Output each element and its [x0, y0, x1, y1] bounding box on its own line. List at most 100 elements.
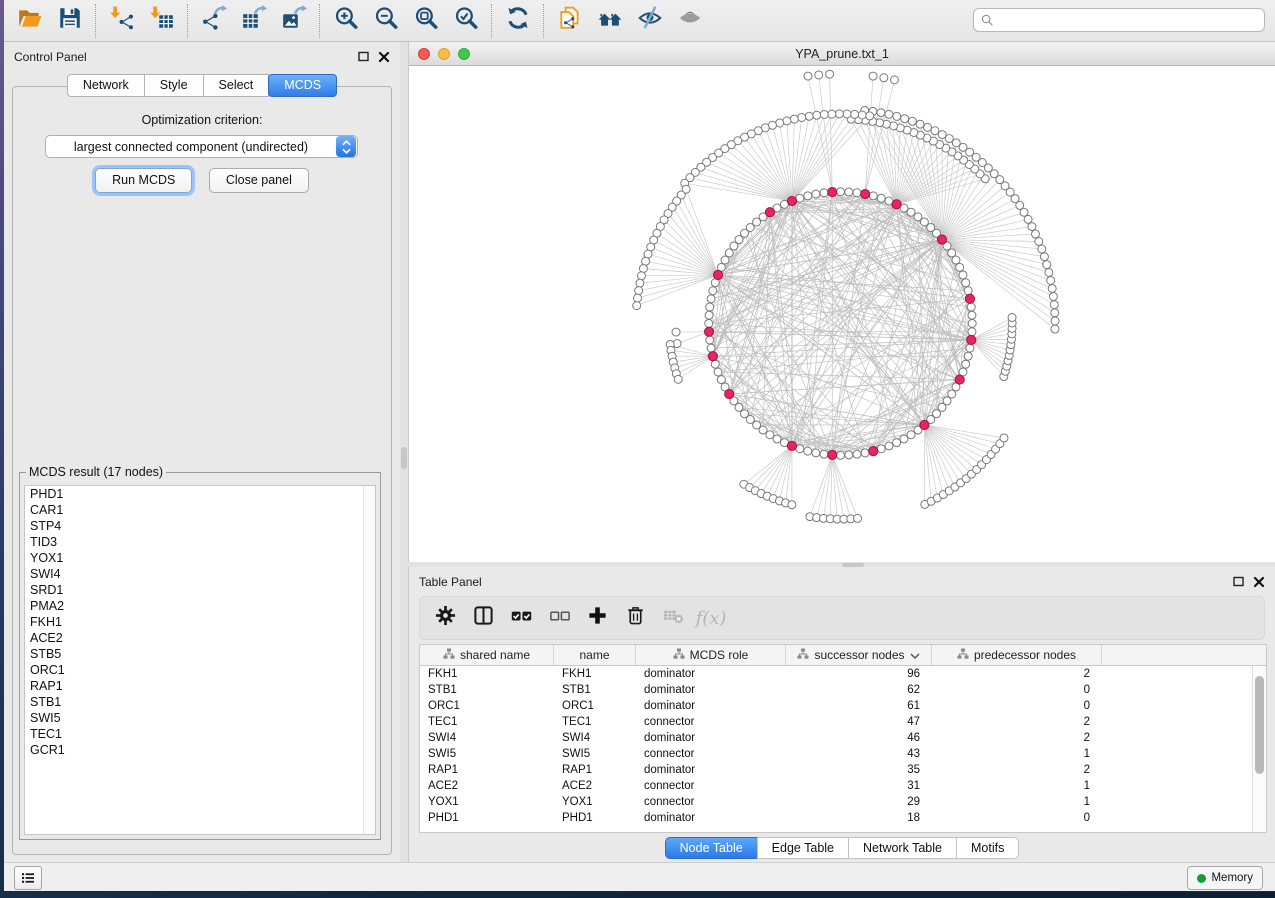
export-table-button[interactable] [234, 4, 274, 38]
mcds-result-item[interactable]: PMA2 [25, 598, 375, 614]
mcds-result-item[interactable]: TID3 [25, 534, 375, 550]
mcds-result-item[interactable]: RAP1 [25, 678, 375, 694]
column-header-predecessor-nodes[interactable]: predecessor nodes [932, 645, 1102, 665]
network-titlebar[interactable]: YPA_prune.txt_1 [409, 42, 1275, 66]
deselect-all-button[interactable] [542, 601, 576, 635]
tab-edge-table[interactable]: Edge Table [757, 837, 849, 859]
mcds-result-item[interactable]: ORC1 [25, 662, 375, 678]
table-cell: YOX1 [420, 794, 554, 810]
tab-mcds[interactable]: MCDS [268, 74, 337, 97]
settings-button[interactable] [428, 601, 462, 635]
mcds-result-item[interactable]: SWI5 [25, 710, 375, 726]
mcds-result-item[interactable]: ACE2 [25, 630, 375, 646]
column-header-name[interactable]: name [554, 645, 636, 665]
node-table: shared namenameMCDS rolesuccessor nodesp… [419, 644, 1267, 833]
mcds-result-item[interactable]: TEC1 [25, 726, 375, 742]
float-panel-icon[interactable] [1233, 576, 1245, 588]
task-history-button[interactable] [14, 866, 42, 890]
float-panel-icon[interactable] [358, 51, 370, 63]
first-neighbors-button[interactable] [590, 4, 630, 38]
export-network-button[interactable] [194, 4, 234, 38]
column-header-MCDS-role[interactable]: MCDS role [636, 645, 786, 665]
export-image-button[interactable] [274, 4, 314, 38]
table-cell: ACE2 [420, 778, 554, 794]
memory-button[interactable]: Memory [1187, 866, 1263, 890]
table-cell: TEC1 [554, 714, 636, 730]
save-session-button[interactable] [50, 4, 90, 38]
tab-network-table[interactable]: Network Table [848, 837, 957, 859]
mcds-result-item[interactable]: STB1 [25, 694, 375, 710]
criterion-select[interactable]: largest connected component (undirected) [45, 135, 358, 158]
mcds-result-item[interactable]: SRD1 [25, 582, 375, 598]
mcds-list-scrollbar[interactable] [363, 486, 375, 834]
network-graph[interactable] [409, 66, 1275, 562]
columns-button[interactable] [466, 601, 500, 635]
add-row-button[interactable] [580, 601, 614, 635]
tab-network[interactable]: Network [67, 74, 145, 97]
tab-motifs[interactable]: Motifs [956, 837, 1019, 859]
table-row[interactable]: STB1STB1dominator620 [420, 682, 1266, 698]
app-window: Control Panel NetworkStyleSelectMCDS Opt… [4, 0, 1275, 892]
table-scrollbar[interactable] [1252, 666, 1266, 832]
table-row[interactable]: ORC1ORC1dominator610 [420, 698, 1266, 714]
mcds-result-item[interactable]: YOX1 [25, 550, 375, 566]
clone-network-button[interactable] [550, 4, 590, 38]
column-type-icon [673, 648, 685, 663]
mcds-result-list[interactable]: PHD1CAR1STP4TID3YOX1SWI4SRD1PMA2FKH1ACE2… [24, 485, 376, 835]
mcds-result-item[interactable]: CAR1 [25, 502, 375, 518]
tab-node-table[interactable]: Node Table [665, 837, 758, 859]
search-input[interactable] [995, 10, 1264, 30]
table-cell: RAP1 [420, 762, 554, 778]
maximize-window-icon[interactable] [458, 48, 470, 60]
table-row[interactable]: ACE2ACE2connector311 [420, 778, 1266, 794]
close-panel-icon[interactable] [378, 51, 390, 63]
table-row[interactable]: TEC1TEC1connector472 [420, 714, 1266, 730]
column-type-icon [957, 648, 969, 663]
table-panel-title: Table Panel [419, 575, 482, 589]
zoom-fit-button[interactable] [406, 4, 446, 38]
refresh-view-button[interactable] [498, 4, 538, 38]
table-row[interactable]: PHD1PHD1dominator180 [420, 810, 1266, 826]
minimize-window-icon[interactable] [438, 48, 450, 60]
zoom-in-button[interactable] [326, 4, 366, 38]
tab-select[interactable]: Select [203, 74, 270, 97]
table-cell: TEC1 [420, 714, 554, 730]
toolbar-separator [187, 4, 189, 38]
show-hidden-button[interactable] [670, 4, 710, 38]
mcds-result-item[interactable]: STB5 [25, 646, 375, 662]
mcds-result-item[interactable]: SWI4 [25, 566, 375, 582]
close-panel-button[interactable]: Close panel [209, 168, 309, 193]
vertical-splitter[interactable] [400, 42, 408, 863]
close-panel-icon[interactable] [1253, 576, 1265, 588]
network-canvas[interactable] [409, 66, 1275, 562]
column-header-successor-nodes[interactable]: successor nodes [786, 645, 932, 665]
function-icon: f(x) [692, 608, 731, 629]
mcds-result-item[interactable]: PHD1 [25, 486, 375, 502]
table-row[interactable]: SWI5SWI5connector431 [420, 746, 1266, 762]
table-cell: ACE2 [554, 778, 636, 794]
zoom-out-button[interactable] [366, 4, 406, 38]
delete-row-button[interactable] [618, 601, 652, 635]
column-header-shared-name[interactable]: shared name [420, 645, 554, 665]
import-network-button[interactable] [102, 4, 142, 38]
tab-style[interactable]: Style [144, 74, 204, 97]
table-cell: dominator [636, 762, 786, 778]
import-table-button[interactable] [142, 4, 182, 38]
mcds-result-item[interactable]: STP4 [25, 518, 375, 534]
mcds-result-item[interactable]: FKH1 [25, 614, 375, 630]
mcds-result-item[interactable]: GCR1 [25, 742, 375, 758]
search-box[interactable] [973, 8, 1265, 32]
close-window-icon[interactable] [418, 48, 430, 60]
table-row[interactable]: YOX1YOX1connector291 [420, 794, 1266, 810]
open-file-button[interactable] [10, 4, 50, 38]
open-file-icon [17, 5, 43, 36]
splitter-handle[interactable] [401, 447, 407, 469]
table-row[interactable]: FKH1FKH1dominator962 [420, 666, 1266, 682]
hide-selected-button[interactable] [630, 4, 670, 38]
zoom-selected-button[interactable] [446, 4, 486, 38]
table-row[interactable]: SWI4SWI4dominator462 [420, 730, 1266, 746]
select-all-button[interactable] [504, 601, 538, 635]
table-scrollbar-thumb[interactable] [1255, 676, 1264, 774]
table-row[interactable]: RAP1RAP1dominator352 [420, 762, 1266, 778]
run-mcds-button[interactable]: Run MCDS [95, 168, 192, 193]
